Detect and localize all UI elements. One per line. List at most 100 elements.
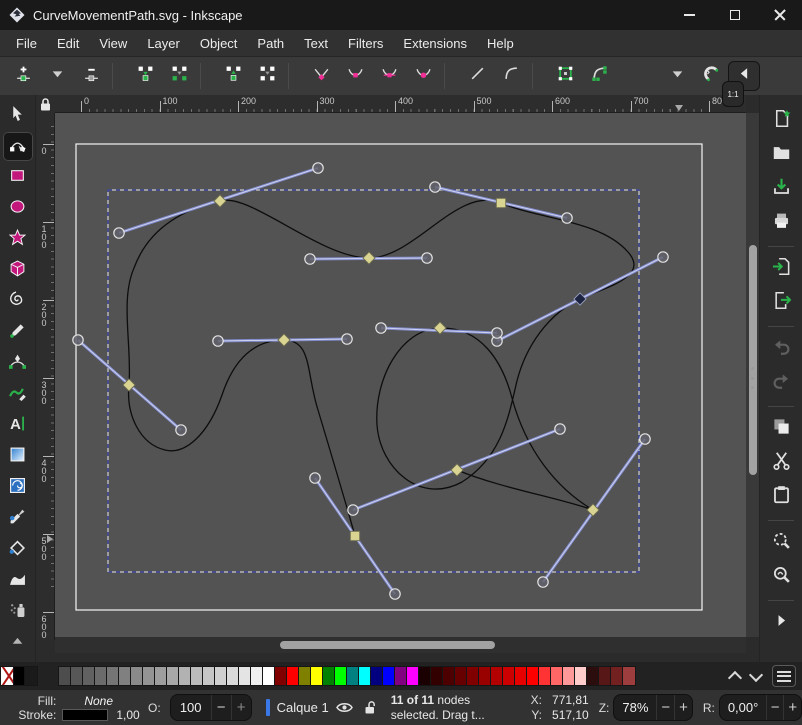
- control-handle-knob[interactable]: [538, 577, 548, 587]
- maximize-button[interactable]: [712, 0, 757, 30]
- control-handle-knob[interactable]: [390, 589, 400, 599]
- path-node[interactable]: [496, 198, 505, 207]
- palette-swatch[interactable]: [215, 667, 227, 685]
- join-nodes-button[interactable]: [128, 60, 162, 92]
- palette-swatch[interactable]: [287, 667, 299, 685]
- delete-segment-button[interactable]: [250, 60, 284, 92]
- dock-resize-handle[interactable]: [750, 367, 756, 389]
- palette-swatch[interactable]: [431, 667, 443, 685]
- tool-spray-button[interactable]: [3, 597, 33, 626]
- tool-node-button[interactable]: [3, 132, 33, 161]
- palette-swatch[interactable]: [407, 667, 419, 685]
- control-handle-knob[interactable]: [555, 424, 565, 434]
- zoom-decrease-button[interactable]: −: [656, 695, 674, 720]
- opacity-decrease-button[interactable]: −: [211, 695, 231, 720]
- palette-swatch[interactable]: [623, 667, 635, 685]
- palette-swatch[interactable]: [419, 667, 431, 685]
- palette-swatch[interactable]: [371, 667, 383, 685]
- menu-extensions[interactable]: Extensions: [393, 32, 477, 55]
- minimize-button[interactable]: [667, 0, 712, 30]
- palette-swatch[interactable]: [25, 667, 37, 685]
- zoom-correction-badge[interactable]: 1:1: [722, 81, 744, 107]
- control-handle-knob[interactable]: [430, 182, 440, 192]
- path-node[interactable]: [278, 334, 290, 346]
- stroke-to-path-button[interactable]: [582, 60, 616, 92]
- tool-mesh-gradient-button[interactable]: [3, 473, 33, 502]
- print-document-button[interactable]: [765, 207, 797, 239]
- palette-swatch[interactable]: [275, 667, 287, 685]
- tool-pen-button[interactable]: [3, 349, 33, 378]
- stroke-width-value[interactable]: 1,00: [116, 708, 139, 722]
- palette-swatch[interactable]: [59, 667, 71, 685]
- palette-swatch-none[interactable]: [1, 667, 13, 685]
- horizontal-scrollbar[interactable]: [55, 637, 746, 653]
- control-handle-knob[interactable]: [313, 163, 323, 173]
- palette-swatch[interactable]: [203, 667, 215, 685]
- bezier-path[interactable]: [127, 200, 634, 536]
- make-curve-button[interactable]: [494, 60, 528, 92]
- palette-swatch[interactable]: [383, 667, 395, 685]
- make-symmetric-button[interactable]: [372, 60, 406, 92]
- palette-swatch[interactable]: [479, 667, 491, 685]
- palette-swatch[interactable]: [551, 667, 563, 685]
- palette-swatch[interactable]: [155, 667, 167, 685]
- tool-spiral-button[interactable]: [3, 287, 33, 316]
- tool-selector-button[interactable]: [3, 101, 33, 130]
- save-document-button[interactable]: [765, 173, 797, 205]
- path-node[interactable]: [363, 252, 375, 264]
- make-auto-button[interactable]: [406, 60, 440, 92]
- palette-swatch[interactable]: [443, 667, 455, 685]
- control-handle-knob[interactable]: [342, 334, 352, 344]
- control-handle-knob[interactable]: [348, 505, 358, 515]
- palette-swatch[interactable]: [455, 667, 467, 685]
- rotation-increase-button[interactable]: +: [783, 695, 801, 720]
- palette-swatch[interactable]: [131, 667, 143, 685]
- palette-swatch[interactable]: [95, 667, 107, 685]
- vertical-scrollbar-thumb[interactable]: [749, 245, 757, 475]
- palette-swatch[interactable]: [611, 667, 623, 685]
- palette-swatch[interactable]: [395, 667, 407, 685]
- copy-button[interactable]: [765, 413, 797, 445]
- make-line-button[interactable]: [460, 60, 494, 92]
- join-with-segment-button[interactable]: [162, 60, 196, 92]
- close-button[interactable]: [757, 0, 802, 30]
- palette-swatch[interactable]: [599, 667, 611, 685]
- palette-menu-button[interactable]: [772, 665, 796, 687]
- delete-node-button[interactable]: [74, 60, 108, 92]
- tool-box-3d-button[interactable]: [3, 256, 33, 285]
- opacity-increase-button[interactable]: +: [231, 695, 251, 720]
- horizontal-scrollbar-thumb[interactable]: [280, 641, 495, 649]
- zoom-increase-button[interactable]: +: [674, 695, 692, 720]
- palette-swatch[interactable]: [575, 667, 587, 685]
- canvas[interactable]: [55, 113, 746, 637]
- palette-swatch[interactable]: [491, 667, 503, 685]
- layer-visibility-icon[interactable]: [336, 701, 353, 714]
- import-document-button[interactable]: [765, 253, 797, 285]
- control-handle-knob[interactable]: [213, 336, 223, 346]
- rotation-value[interactable]: 0,00°: [720, 700, 766, 715]
- undo-button[interactable]: [765, 333, 797, 365]
- palette-swatch[interactable]: [179, 667, 191, 685]
- control-handle-knob[interactable]: [492, 328, 502, 338]
- palette-swatch[interactable]: [299, 667, 311, 685]
- palette-swatch[interactable]: [539, 667, 551, 685]
- fill-value[interactable]: None: [62, 694, 148, 708]
- tool-rectangle-button[interactable]: [3, 163, 33, 192]
- control-handle-knob[interactable]: [376, 323, 386, 333]
- tool-gradient-button[interactable]: [3, 442, 33, 471]
- control-handle-knob[interactable]: [305, 254, 315, 264]
- path-node-active[interactable]: [574, 293, 586, 305]
- menu-help[interactable]: Help: [477, 32, 524, 55]
- control-handle-knob[interactable]: [310, 473, 320, 483]
- redo-button[interactable]: [765, 367, 797, 399]
- make-corner-button[interactable]: [304, 60, 338, 92]
- zoom-drawing-button[interactable]: [765, 561, 797, 593]
- tool-paint-bucket-button[interactable]: [3, 535, 33, 564]
- current-layer-name[interactable]: Calque 1: [277, 700, 329, 715]
- insert-node-dropdown-button[interactable]: [40, 60, 74, 92]
- menu-layer[interactable]: Layer: [137, 32, 190, 55]
- palette-scroll-down-icon[interactable]: [751, 672, 763, 680]
- open-document-button[interactable]: [765, 139, 797, 171]
- insert-node-button[interactable]: [6, 60, 40, 92]
- palette-swatch[interactable]: [467, 667, 479, 685]
